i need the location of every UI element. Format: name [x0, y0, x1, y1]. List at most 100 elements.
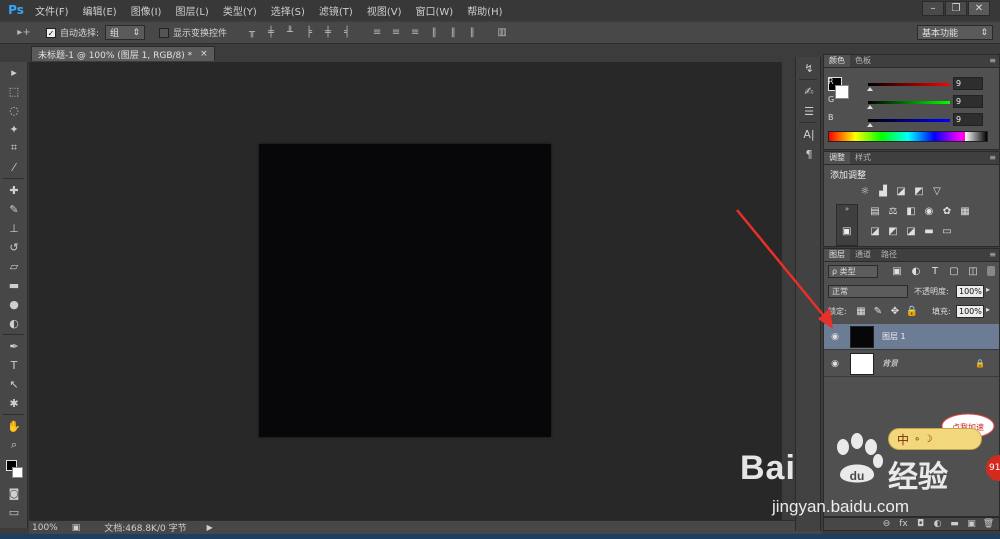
new-layer-icon[interactable]: ▣: [965, 519, 978, 529]
tool-presets-icon[interactable]: ✍: [798, 82, 820, 100]
lock-position-icon[interactable]: ✥: [888, 306, 902, 318]
healing-brush-tool-icon[interactable]: ✚: [2, 181, 26, 199]
filter-smart-icon[interactable]: ◫: [966, 266, 980, 278]
menu-item[interactable]: 视图(V): [360, 3, 409, 18]
new-adjustment-icon[interactable]: ◐: [931, 519, 944, 529]
filter-type-icon[interactable]: T: [928, 266, 942, 278]
distribute-vcenter-icon[interactable]: ≡: [389, 26, 403, 40]
tab-color[interactable]: 颜色: [824, 55, 850, 67]
blend-mode-dropdown[interactable]: 正常: [828, 285, 908, 298]
layer-style-icon[interactable]: fx: [897, 519, 910, 529]
crop-tool-icon[interactable]: ⌗: [2, 139, 26, 157]
tab-paths[interactable]: 路径: [876, 249, 902, 261]
levels-icon[interactable]: ▟: [876, 186, 890, 198]
pen-tool-icon[interactable]: ✒: [2, 337, 26, 355]
vibrance-icon[interactable]: ▽: [930, 186, 944, 198]
menu-item[interactable]: 滤镜(T): [312, 3, 360, 18]
opacity-input[interactable]: 100%: [956, 285, 984, 298]
fill-input[interactable]: 100%: [956, 305, 984, 318]
channel-track[interactable]: [868, 83, 950, 86]
adjust-panel-icon[interactable]: ▣: [842, 226, 856, 238]
status-menu-arrow-icon[interactable]: ▶: [207, 523, 213, 532]
auto-align-icon[interactable]: ▥: [495, 26, 509, 40]
lock-all-icon[interactable]: 🔒: [905, 306, 919, 318]
hue-saturation-icon[interactable]: ▤: [868, 206, 882, 218]
channel-track[interactable]: [868, 119, 950, 122]
move-tool-icon[interactable]: ▸: [2, 63, 26, 81]
stamp-tool-icon[interactable]: ⊥: [2, 219, 26, 237]
shape-tool-icon[interactable]: ✱: [2, 394, 26, 412]
menu-item[interactable]: 选择(S): [264, 3, 312, 18]
new-group-icon[interactable]: ▬: [948, 519, 961, 529]
minimize-button[interactable]: –: [922, 1, 944, 16]
eraser-tool-icon[interactable]: ▱: [2, 257, 26, 275]
menu-item[interactable]: 编辑(E): [76, 3, 124, 18]
menu-item[interactable]: 窗口(W): [408, 3, 460, 18]
align-hcenter-icon[interactable]: ╪: [321, 26, 335, 40]
channel-value-input[interactable]: 9: [953, 95, 983, 108]
background-color[interactable]: [12, 467, 23, 478]
quick-select-tool-icon[interactable]: ✦: [2, 120, 26, 138]
brush-tool-icon[interactable]: ✎: [2, 200, 26, 218]
align-left-icon[interactable]: ╞: [302, 26, 316, 40]
history-panel-icon[interactable]: ↯: [798, 59, 820, 77]
workspace-dropdown[interactable]: 基本功能 ⇕: [917, 25, 993, 40]
ime-mode[interactable]: 中: [897, 431, 909, 448]
blur-tool-icon[interactable]: ●: [2, 295, 26, 313]
path-select-tool-icon[interactable]: ↖: [2, 375, 26, 393]
distribute-left-icon[interactable]: ‖: [427, 26, 441, 40]
history-brush-tool-icon[interactable]: ↺: [2, 238, 26, 256]
menu-item[interactable]: 类型(Y): [216, 3, 264, 18]
layer-row[interactable]: ◉ 背景 🔒: [824, 351, 999, 377]
link-layers-icon[interactable]: ⊖: [880, 519, 893, 529]
distribute-right-icon[interactable]: ‖: [465, 26, 479, 40]
menu-item[interactable]: 帮助(H): [460, 3, 509, 18]
distribute-bottom-icon[interactable]: ≡: [408, 26, 422, 40]
panel-menu-icon[interactable]: ≡: [989, 56, 996, 65]
dodge-tool-icon[interactable]: ◐: [2, 314, 26, 332]
opacity-arrow-icon[interactable]: ▸: [986, 285, 990, 294]
add-mask-icon[interactable]: ◘: [914, 519, 927, 529]
auto-select-checkbox[interactable]: ✓: [46, 27, 56, 38]
color-balance-icon[interactable]: ⚖: [886, 206, 900, 218]
zoom-level[interactable]: 100%: [32, 523, 58, 533]
threshold-icon[interactable]: ◪: [904, 226, 918, 238]
gradient-tool-icon[interactable]: ▬: [2, 276, 26, 294]
zoom-tool-icon[interactable]: ⌕: [2, 436, 26, 454]
filter-toggle[interactable]: [987, 266, 995, 276]
photo-filter-icon[interactable]: ◉: [922, 206, 936, 218]
document-canvas[interactable]: [259, 144, 551, 437]
paragraph-panel-icon[interactable]: ¶: [798, 145, 820, 163]
properties-panel-icon[interactable]: ☰: [798, 102, 820, 120]
auto-select-dropdown[interactable]: 组 ⇕: [105, 25, 146, 40]
ime-toolbar[interactable]: 中 ∘ ☽: [888, 428, 982, 450]
character-panel-icon[interactable]: A|: [798, 125, 820, 143]
menu-item[interactable]: 图层(L): [168, 3, 215, 18]
exposure-icon[interactable]: ◩: [912, 186, 926, 198]
eyedropper-tool-icon[interactable]: ⁄: [2, 158, 26, 176]
filter-shape-icon[interactable]: ▢: [947, 266, 961, 278]
layer-row[interactable]: ◉ 图层 1: [824, 324, 999, 350]
align-vcenter-icon[interactable]: ╪: [264, 26, 278, 40]
channel-thumb[interactable]: [867, 87, 873, 91]
channel-value-input[interactable]: 9: [953, 113, 983, 126]
posterize-icon[interactable]: ◩: [886, 226, 900, 238]
tab-swatches[interactable]: 色板: [850, 55, 876, 67]
filter-adjust-icon[interactable]: ◐: [909, 266, 923, 278]
channel-track[interactable]: [868, 101, 950, 104]
invert-icon[interactable]: ◪: [868, 226, 882, 238]
eye-icon[interactable]: ◉: [828, 359, 842, 369]
tab-channels[interactable]: 通道: [850, 249, 876, 261]
panel-menu-icon[interactable]: ≡: [989, 153, 996, 162]
color-swatches[interactable]: [2, 456, 25, 482]
distribute-hcenter-icon[interactable]: ‖: [446, 26, 460, 40]
align-bottom-icon[interactable]: ╨: [283, 26, 297, 40]
quick-mask-icon[interactable]: ◙: [2, 484, 26, 502]
black-white-icon[interactable]: ◧: [904, 206, 918, 218]
brightness-icon[interactable]: ☼: [858, 186, 872, 198]
channel-thumb[interactable]: [867, 123, 873, 127]
channel-mixer-icon[interactable]: ✿: [940, 206, 954, 218]
hand-tool-icon[interactable]: ✋: [2, 417, 26, 435]
channel-value-input[interactable]: 9: [953, 77, 983, 90]
type-tool-icon[interactable]: T: [2, 356, 26, 374]
